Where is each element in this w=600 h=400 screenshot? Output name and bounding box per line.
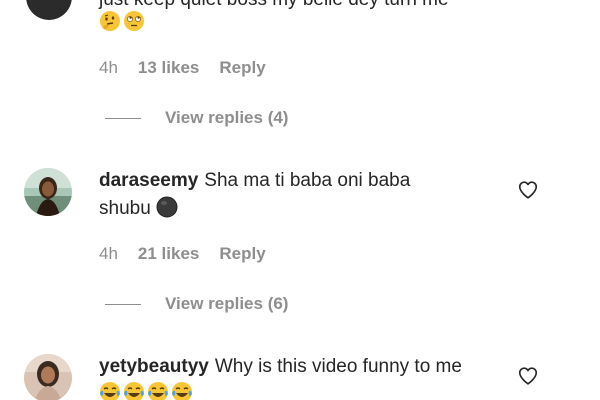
face-with-rolling-eyes-icon — [123, 10, 145, 32]
comment-time: 4h — [99, 58, 118, 77]
replies-divider — [105, 304, 141, 305]
avatar[interactable] — [24, 354, 72, 400]
like-count[interactable]: 13 likes — [138, 58, 199, 77]
reply-button[interactable]: Reply — [219, 58, 265, 77]
replies-divider — [105, 118, 141, 119]
thinking-face-icon — [99, 10, 121, 32]
tears-of-joy-icon — [99, 381, 121, 400]
avatar[interactable] — [24, 168, 72, 216]
like-count[interactable]: 21 likes — [138, 244, 199, 263]
tears-of-joy-icon — [123, 381, 145, 400]
heart-outline-icon[interactable] — [517, 179, 539, 201]
comments-screen: just keep quiet boss my belle dey turn m… — [0, 0, 600, 400]
comment-time: 4h — [99, 244, 118, 263]
view-replies-button[interactable]: View replies (6) — [165, 294, 288, 314]
comment-body: Why is this video funny to me — [214, 356, 462, 377]
comment-body: Sha ma ti baba oni baba — [204, 170, 411, 191]
comment-username[interactable]: yetybeautyy — [99, 356, 209, 377]
comment-emoji-row — [99, 381, 195, 400]
tears-of-joy-icon — [171, 381, 193, 400]
comment-username[interactable]: daraseemy — [99, 170, 198, 191]
comment-text: daraseemy Sha ma ti baba oni baba — [99, 167, 410, 195]
avatar[interactable] — [26, 0, 72, 20]
comment-text-continued: shubu — [99, 195, 180, 223]
view-replies-button[interactable]: View replies (4) — [165, 108, 288, 128]
comment-meta: 4h 21 likes Reply — [99, 244, 286, 264]
comment-emoji-row — [99, 10, 147, 33]
black-circle-face-icon — [156, 196, 178, 218]
comment-meta: 4h 13 likes Reply — [99, 58, 286, 78]
comment-text: just keep quiet boss my belle dey turn m… — [99, 0, 449, 14]
heart-outline-icon[interactable] — [517, 365, 539, 387]
tears-of-joy-icon — [147, 381, 169, 400]
comment-text: yetybeautyy Why is this video funny to me — [99, 353, 462, 381]
reply-button[interactable]: Reply — [219, 244, 265, 263]
